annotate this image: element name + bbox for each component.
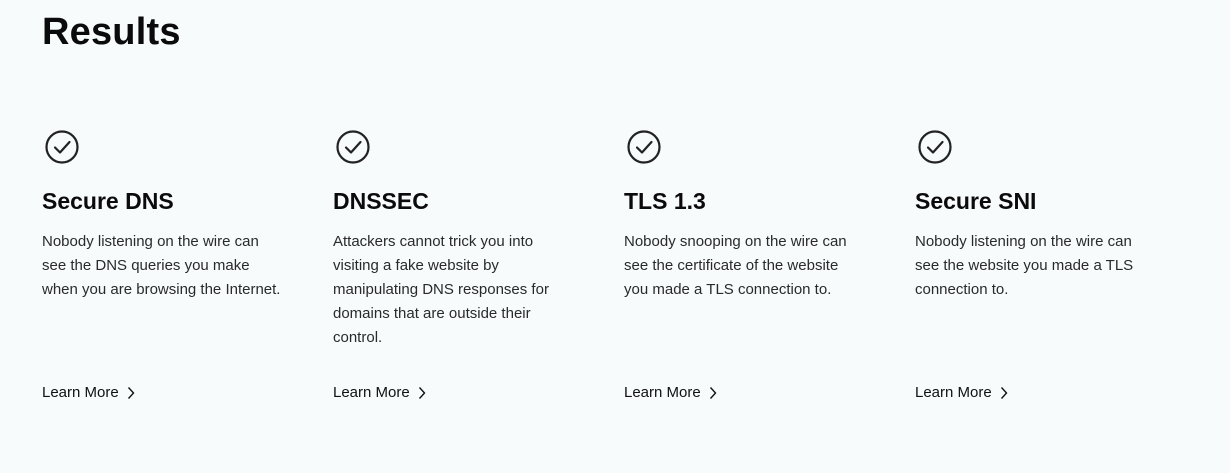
card-title: TLS 1.3 xyxy=(624,188,706,214)
learn-more-label: Learn More xyxy=(624,384,701,401)
learn-more-label: Learn More xyxy=(333,384,410,401)
card-title: DNSSEC xyxy=(333,188,429,214)
chevron-right-icon xyxy=(1000,386,1008,399)
card-description: Attackers cannot trick you into visiting… xyxy=(333,233,549,346)
learn-more-link[interactable]: Learn More xyxy=(624,384,717,401)
card-title: Secure DNS xyxy=(42,188,174,214)
result-card-dnssec: DNSSEC Attackers cannot trick you into v… xyxy=(333,129,624,419)
learn-more-link[interactable]: Learn More xyxy=(333,384,426,401)
card-description: Nobody snooping on the wire can see the … xyxy=(624,233,847,298)
check-circle-icon xyxy=(336,130,370,164)
chevron-right-icon xyxy=(418,386,426,399)
learn-more-label: Learn More xyxy=(915,384,992,401)
check-circle-icon xyxy=(627,130,661,164)
card-description: Nobody listening on the wire can see the… xyxy=(42,233,281,298)
learn-more-label: Learn More xyxy=(42,384,119,401)
learn-more-link[interactable]: Learn More xyxy=(42,384,135,401)
results-card-list: Secure DNS Nobody listening on the wire … xyxy=(42,129,1206,419)
chevron-right-icon xyxy=(127,386,135,399)
page-title: Results xyxy=(42,11,181,53)
chevron-right-icon xyxy=(709,386,717,399)
check-circle-icon xyxy=(918,130,952,164)
result-card-tls-1-3: TLS 1.3 Nobody snooping on the wire can … xyxy=(624,129,915,419)
check-circle-icon xyxy=(45,130,79,164)
card-title: Secure SNI xyxy=(915,188,1037,214)
result-card-secure-sni: Secure SNI Nobody listening on the wire … xyxy=(915,129,1206,419)
card-description: Nobody listening on the wire can see the… xyxy=(915,233,1134,298)
learn-more-link[interactable]: Learn More xyxy=(915,384,1008,401)
result-card-secure-dns: Secure DNS Nobody listening on the wire … xyxy=(42,129,333,419)
